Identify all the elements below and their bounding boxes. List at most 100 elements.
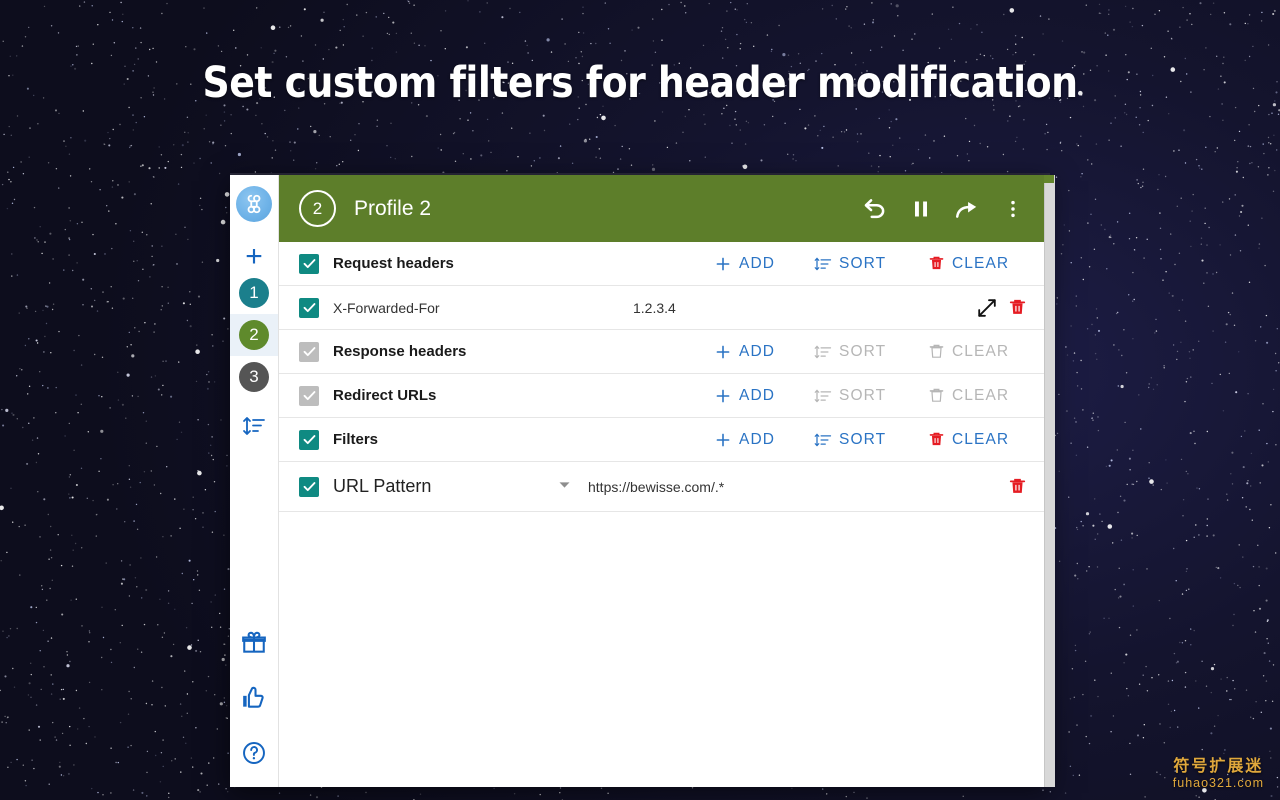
- thumbs-up-icon: [243, 686, 264, 708]
- filters-add-button[interactable]: ADD: [714, 431, 788, 449]
- sort-icon: [814, 345, 832, 358]
- app-logo[interactable]: [236, 186, 272, 222]
- check-icon: [303, 347, 315, 357]
- trash-icon: [929, 432, 944, 446]
- sidebar-profile-2-badge: 2: [239, 320, 269, 350]
- clear-label: CLEAR: [952, 254, 1010, 272]
- plus-icon: [716, 389, 730, 402]
- profile-name[interactable]: Profile 2: [354, 197, 852, 221]
- expand-row-button[interactable]: [972, 297, 1002, 319]
- redirect-urls-sort-button: SORT: [814, 387, 902, 405]
- section-response-headers: Response headers ADD SORT CLEAR: [279, 330, 1050, 374]
- main-panel: 2 Profile 2 Request headers ADD SORT CLE…: [279, 175, 1050, 787]
- window-scrollbar-thumb[interactable]: [1044, 175, 1054, 183]
- add-profile-button[interactable]: +: [245, 242, 263, 272]
- response-headers-checkbox[interactable]: [299, 341, 319, 362]
- empty-area: [279, 512, 1050, 787]
- trash-icon: [929, 344, 944, 358]
- add-label: ADD: [739, 342, 776, 360]
- page-title: Set custom filters for header modificati…: [202, 58, 1079, 108]
- sidebar-profile-1[interactable]: 1: [230, 272, 278, 314]
- section-label: Request headers: [333, 255, 454, 272]
- help-icon: [243, 742, 265, 764]
- row-checkbox[interactable]: [299, 297, 319, 318]
- plus-icon: [716, 345, 730, 358]
- clear-label: CLEAR: [952, 430, 1010, 448]
- title-bar: 2 Profile 2: [279, 175, 1050, 242]
- clear-label: CLEAR: [952, 342, 1010, 360]
- app-window: + 1 2 3 2 Profile 2 Request headers ADD …: [230, 175, 1050, 787]
- check-icon: [303, 259, 315, 269]
- sidebar-profile-1-badge: 1: [239, 278, 269, 308]
- sort-icon: [814, 257, 832, 270]
- filter-value-field[interactable]: https://bewisse.com/.*: [588, 479, 1002, 495]
- check-icon: [303, 303, 315, 313]
- filter-type-dropdown-button[interactable]: [557, 477, 572, 497]
- section-redirect-urls: Redirect URLs ADD SORT CLEAR: [279, 374, 1050, 418]
- request-headers-checkbox[interactable]: [299, 253, 319, 274]
- sidebar-profile-2[interactable]: 2: [230, 314, 278, 356]
- sidebar-sort-profiles-button[interactable]: [242, 414, 266, 443]
- response-headers-sort-button: SORT: [814, 343, 902, 361]
- sidebar-profile-3[interactable]: 3: [230, 356, 278, 398]
- header-value-field[interactable]: 1.2.3.4: [633, 300, 972, 316]
- more-vertical-icon: [1011, 200, 1015, 217]
- trash-icon: [1009, 299, 1025, 314]
- undo-icon: [864, 198, 885, 218]
- undo-button[interactable]: [852, 186, 898, 232]
- filters-sort-button[interactable]: SORT: [814, 431, 902, 449]
- request-headers-sort-button[interactable]: SORT: [814, 255, 902, 273]
- add-label: ADD: [739, 430, 776, 448]
- section-label: Filters: [333, 431, 379, 448]
- request-headers-clear-button[interactable]: CLEAR: [928, 255, 1032, 273]
- sort-label: SORT: [839, 254, 887, 272]
- sort-label: SORT: [839, 342, 887, 360]
- row-checkbox[interactable]: [299, 476, 319, 497]
- check-icon: [303, 435, 315, 445]
- filters-checkbox[interactable]: [299, 429, 319, 450]
- title-profile-badge: 2: [299, 190, 336, 227]
- sort-icon: [814, 389, 832, 402]
- check-icon: [303, 482, 315, 492]
- rate-button[interactable]: [241, 685, 267, 716]
- gift-button[interactable]: [241, 630, 267, 661]
- redo-button[interactable]: [944, 186, 990, 232]
- sort-label: SORT: [839, 430, 887, 448]
- sort-icon: [243, 417, 265, 435]
- redirect-urls-clear-button: CLEAR: [928, 387, 1032, 405]
- help-button[interactable]: [241, 740, 267, 771]
- trash-icon: [929, 256, 944, 270]
- pause-button[interactable]: [898, 186, 944, 232]
- header-name-field[interactable]: X-Forwarded-For: [333, 300, 633, 316]
- delete-row-button[interactable]: [1002, 298, 1032, 317]
- plus-icon: [716, 433, 730, 446]
- delete-row-button[interactable]: [1002, 477, 1032, 496]
- sort-icon: [814, 433, 832, 446]
- trash-icon: [929, 388, 944, 402]
- chevron-down-icon: [559, 481, 570, 488]
- check-icon: [303, 391, 315, 401]
- redo-icon: [956, 201, 977, 218]
- command-loop-icon: [247, 194, 261, 214]
- section-label: Response headers: [333, 343, 467, 360]
- add-label: ADD: [739, 254, 776, 272]
- request-headers-add-button[interactable]: ADD: [714, 255, 788, 273]
- more-menu-button[interactable]: [990, 186, 1036, 232]
- response-headers-add-button[interactable]: ADD: [714, 343, 788, 361]
- trash-icon: [1009, 478, 1025, 493]
- filters-clear-button[interactable]: CLEAR: [928, 431, 1032, 449]
- response-headers-clear-button: CLEAR: [928, 343, 1032, 361]
- sidebar-profile-3-badge: 3: [239, 362, 269, 392]
- section-label: Redirect URLs: [333, 387, 437, 404]
- window-scrollbar[interactable]: [1044, 175, 1055, 787]
- gift-icon: [242, 631, 266, 653]
- redirect-urls-add-button[interactable]: ADD: [714, 387, 788, 405]
- sidebar-bottom-icons: [230, 630, 278, 771]
- redirect-urls-checkbox[interactable]: [299, 385, 319, 406]
- section-filters: Filters ADD SORT CLEAR: [279, 418, 1050, 462]
- sort-label: SORT: [839, 386, 887, 404]
- section-request-headers: Request headers ADD SORT CLEAR: [279, 242, 1050, 286]
- filter-type-label[interactable]: URL Pattern: [333, 476, 557, 497]
- sidebar: + 1 2 3: [230, 175, 279, 787]
- expand-diagonal-icon: [978, 298, 996, 317]
